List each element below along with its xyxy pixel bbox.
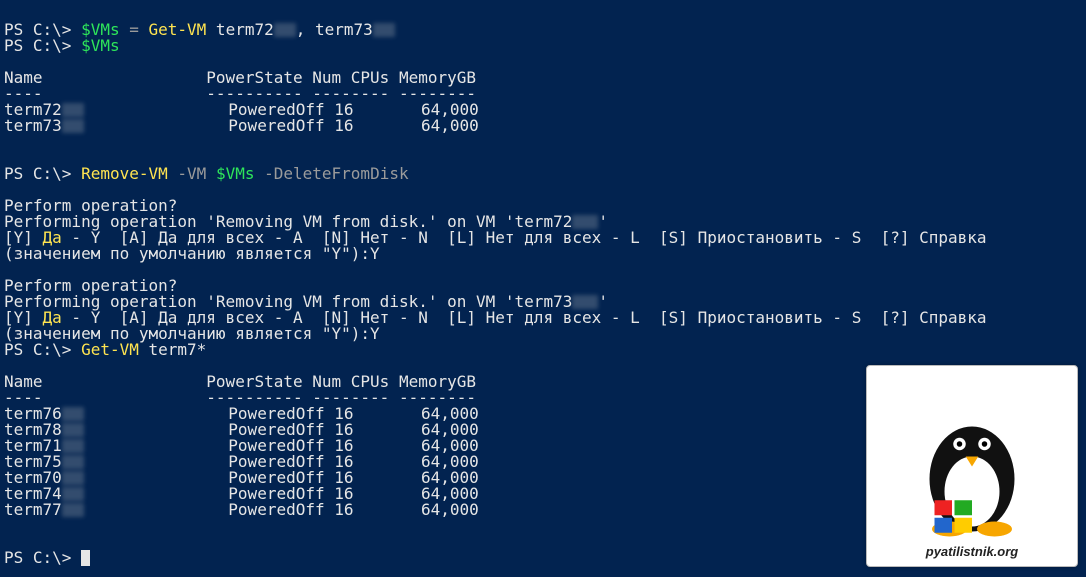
- line: PS C:\> Remove-VM -VM $VMs -DeleteFromDi…: [4, 164, 409, 183]
- redacted: [373, 23, 395, 37]
- line: PS C:\> Get-VM term7*: [4, 340, 206, 359]
- line: PS C:\>: [4, 548, 90, 567]
- redacted: [62, 103, 84, 117]
- redacted: [62, 503, 84, 517]
- penguin-icon: [897, 394, 1047, 544]
- redacted: [62, 423, 84, 437]
- redacted: [62, 487, 84, 501]
- watermark-text: pyatilistnik.org: [926, 544, 1018, 560]
- watermark-logo: pyatilistnik.org: [866, 365, 1078, 567]
- redacted: [62, 471, 84, 485]
- redacted: [274, 23, 296, 37]
- redacted: [572, 215, 598, 229]
- confirm-default: (значением по умолчанию является "Y"):Y: [4, 244, 380, 263]
- table-row: term77 PoweredOff 16 64,000: [4, 500, 479, 519]
- table-row: term73 PoweredOff 16 64,000: [4, 116, 479, 135]
- cmdlet: Get-VM: [149, 20, 207, 39]
- redacted: [572, 295, 598, 309]
- redacted: [62, 455, 84, 469]
- line: PS C:\> $VMs: [4, 36, 120, 55]
- redacted: [62, 439, 84, 453]
- redacted: [62, 119, 84, 133]
- cursor: [81, 550, 90, 566]
- redacted: [62, 407, 84, 421]
